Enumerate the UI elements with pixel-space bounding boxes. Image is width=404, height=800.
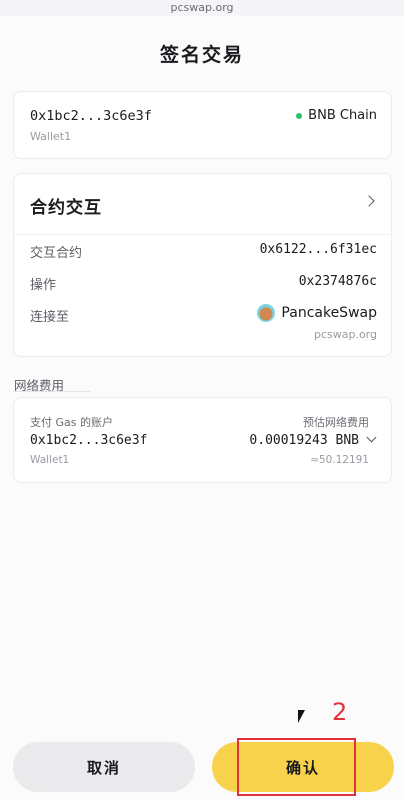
cancel-button[interactable]: 取消 [13,742,195,792]
chevron-down-icon[interactable] [366,432,377,443]
page-title: 签名交易 [159,44,244,66]
account-wallet-name: Wallet1 [30,130,72,143]
gas-payer-address: 0x1bc2...3c6e3f [30,433,148,448]
chevron-right-icon[interactable] [363,195,375,207]
fee-estimate-label: 预估网络费用 [303,416,369,429]
account-card: 0x1bc2...3c6e3f Wallet1 BNB Chain [13,91,392,159]
gas-payer-wallet: Wallet1 [30,454,70,466]
domain-bar: pcswap.org [0,0,404,16]
contract-section-header[interactable]: 合约交互 [14,174,391,235]
contract-address-value: 0x6122...6f31ec [259,242,377,257]
connected-row-label: 连接至 [30,310,70,325]
annotation-step-number: 2 [332,698,348,726]
contract-section-title: 合约交互 [30,198,102,218]
account-address: 0x1bc2...3c6e3f [30,108,152,124]
fee-fiat-value: ≈50.12191 [310,454,369,466]
annotation-highlight-box [237,738,356,796]
connected-dapp: PancakeSwap [257,304,377,322]
connected-dapp-domain: pcswap.org [313,328,377,341]
network-fee-card[interactable]: 支付 Gas 的账户 预估网络费用 0x1bc2...3c6e3f 0.0001… [13,397,392,483]
operation-value: 0x2374876c [298,274,377,289]
gas-payer-label: 支付 Gas 的账户 [30,416,113,429]
mouse-cursor-icon [298,710,305,723]
chain-status-dot-icon [296,112,303,119]
chain-name: BNB Chain [308,108,377,123]
contract-row-label: 交互合约 [30,246,83,261]
fee-amount: 0.00019243 BNB [249,433,359,448]
sign-transaction-screen: pcswap.org 签名交易 0x1bc2...3c6e3f Wallet1 … [0,0,404,800]
connected-dapp-name: PancakeSwap [281,305,377,321]
pancakeswap-logo-icon [257,304,276,322]
contract-card: 合约交互 交互合约 0x6122...6f31ec 操作 0x2374876c … [13,173,392,357]
chain-indicator: BNB Chain [296,108,377,123]
divider [13,391,90,392]
operation-row-label: 操作 [30,278,57,293]
